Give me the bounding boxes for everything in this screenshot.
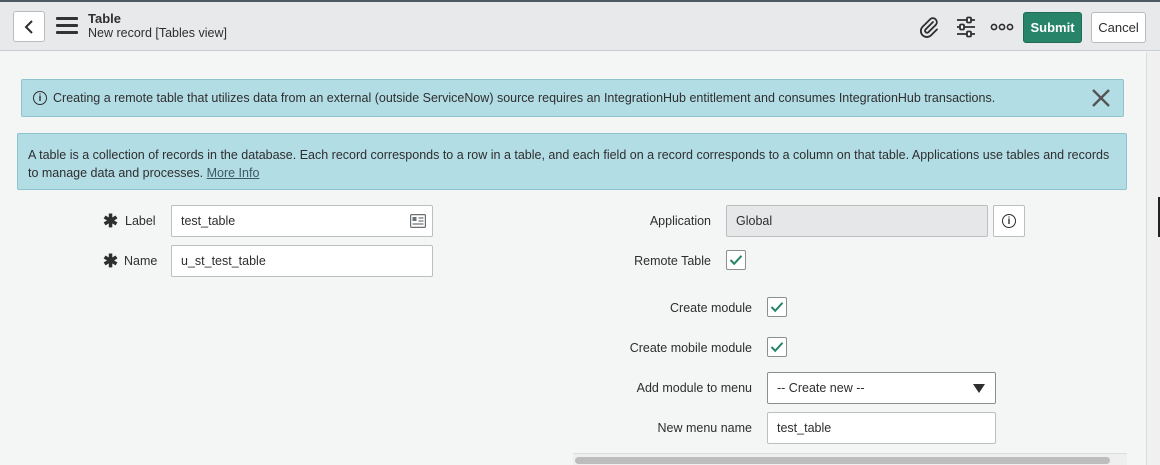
- name-input[interactable]: u_st_test_table: [171, 245, 433, 277]
- table-description-banner: A table is a collection of records in th…: [17, 133, 1127, 190]
- info-banner-text: Creating a remote table that utilizes da…: [53, 91, 996, 105]
- add-module-to-menu-label: Add module to menu: [636, 381, 752, 395]
- application-input: Global: [726, 205, 988, 237]
- create-mobile-module-label: Create mobile module: [629, 341, 752, 355]
- create-module-label: Create module: [670, 301, 752, 315]
- name-input-value: u_st_test_table: [181, 254, 266, 268]
- checkmark-icon: [770, 342, 784, 353]
- submit-button[interactable]: Submit: [1023, 12, 1082, 43]
- application-info-button[interactable]: i: [993, 205, 1025, 237]
- back-button[interactable]: [13, 11, 45, 42]
- remote-table-checkbox[interactable]: [726, 250, 746, 270]
- horizontal-scrollbar[interactable]: [573, 453, 1127, 465]
- name-field-label: Name: [124, 254, 158, 268]
- close-icon[interactable]: [1091, 88, 1111, 108]
- remote-table-label: Remote Table: [634, 254, 711, 268]
- new-menu-name-value: test_table: [777, 421, 832, 435]
- info-icon: i: [33, 91, 47, 105]
- dropdown-arrow-icon: [973, 384, 985, 393]
- application-field-label: Application: [649, 214, 711, 228]
- page-title: Table: [88, 11, 121, 26]
- back-icon: [24, 19, 33, 34]
- create-module-checkbox[interactable]: [767, 297, 787, 317]
- label-field-label: Label: [125, 214, 156, 228]
- vertical-scrollbar[interactable]: [1146, 52, 1160, 465]
- label-input[interactable]: test_table: [171, 205, 433, 237]
- page-subtitle: New record [Tables view]: [88, 26, 227, 40]
- checkmark-icon: [770, 302, 784, 313]
- more-info-link[interactable]: More Info: [207, 166, 260, 180]
- new-menu-name-label: New menu name: [657, 421, 753, 435]
- create-mobile-module-checkbox[interactable]: [767, 337, 787, 357]
- cancel-button[interactable]: Cancel: [1091, 12, 1146, 43]
- new-menu-name-input[interactable]: test_table: [767, 412, 996, 444]
- paperclip-icon[interactable]: [917, 15, 941, 39]
- info-icon: i: [1002, 214, 1016, 228]
- form-header: Table New record [Tables view] Submit Ca…: [0, 0, 1160, 51]
- sliders-icon[interactable]: [954, 15, 978, 39]
- more-icon[interactable]: [990, 15, 1014, 39]
- card-icon[interactable]: [410, 214, 426, 228]
- select-value: -- Create new --: [777, 381, 865, 395]
- label-input-value: test_table: [181, 214, 236, 228]
- scrollbar-thumb[interactable]: [575, 457, 1110, 464]
- integrationhub-info-banner: i Creating a remote table that utilizes …: [21, 79, 1124, 117]
- checkmark-icon: [729, 255, 743, 266]
- required-asterisk: ✱: [103, 211, 119, 231]
- description-text: A table is a collection of records in th…: [28, 148, 1110, 180]
- application-value: Global: [736, 214, 773, 228]
- required-asterisk: ✱: [103, 251, 119, 271]
- add-module-to-menu-select[interactable]: -- Create new --: [767, 372, 996, 404]
- hamburger-menu-icon[interactable]: [56, 17, 78, 35]
